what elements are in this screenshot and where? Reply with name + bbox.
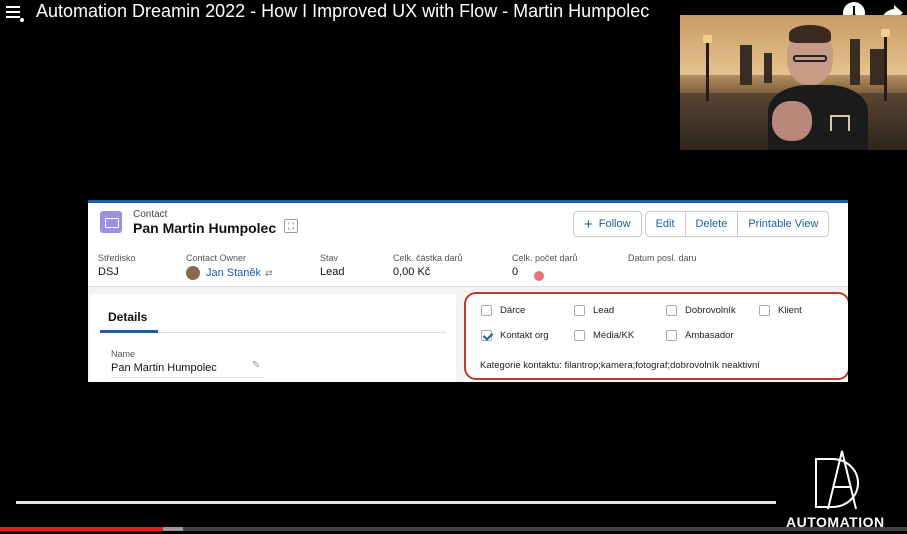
edit-button[interactable]: Edit [644, 211, 686, 237]
edit-pencil-icon[interactable]: ✎ [252, 360, 260, 371]
checkbox-box[interactable] [759, 305, 770, 316]
checkbox-darce[interactable]: Dárce [481, 305, 525, 316]
details-panel: Details Name Pan Martin Humpolec ✎ [90, 294, 456, 382]
mouse-cursor-icon [534, 271, 544, 281]
hierarchy-icon[interactable]: ⛶ [284, 219, 298, 233]
change-owner-icon[interactable]: ⇄ [265, 268, 273, 279]
checkbox-lead[interactable]: Lead [574, 305, 614, 316]
field-contact-owner: Contact Owner Jan Staněk ⇄ [186, 253, 273, 280]
name-value: Pan Martin Humpolec [111, 362, 217, 374]
checkbox-klient[interactable]: Klient [759, 305, 802, 316]
follow-button[interactable]: + Follow [573, 211, 642, 237]
playlist-icon[interactable] [6, 6, 24, 22]
highlights-panel: Středisko DSJ Contact Owner Jan Staněk ⇄… [88, 253, 848, 283]
checkbox-media-kk[interactable]: Média/KK [574, 330, 634, 341]
object-label: Contact [133, 209, 168, 220]
record-name: Pan Martin Humpolec [133, 220, 277, 236]
field-celk-castka: Celk. částka darů 0,00 Kč [393, 253, 463, 278]
avatar [186, 266, 200, 280]
plus-icon: + [584, 215, 593, 233]
category-panel: Dárce Lead Dobrovolník Klient Kontakt or… [464, 292, 848, 382]
name-label: Name [111, 349, 136, 359]
delete-button[interactable]: Delete [684, 211, 739, 237]
kategorie-kontaktu: Kategorie kontaktu: filantrop;kamera;fot… [480, 360, 760, 371]
checkbox-box[interactable] [666, 330, 677, 341]
salesforce-record-page: Contact Pan Martin Humpolec ⛶ + Follow E… [88, 200, 848, 382]
field-stav: Stav Lead [320, 253, 345, 278]
checkbox-box-checked[interactable] [481, 330, 492, 341]
checkbox-ambasador[interactable]: Ambasador [666, 330, 734, 341]
webcam-video [680, 15, 907, 150]
owner-link[interactable]: Jan Staněk [206, 267, 261, 279]
field-datum-posl-daru: Datum posl. daru [628, 253, 697, 263]
checkbox-box[interactable] [574, 305, 585, 316]
checkbox-dobrovolnik[interactable]: Dobrovolník [666, 305, 736, 316]
video-progress[interactable] [0, 527, 163, 531]
tab-details[interactable]: Details [108, 310, 147, 324]
checkbox-box[interactable] [574, 330, 585, 341]
printable-view-button[interactable]: Printable View [737, 211, 830, 237]
checkbox-box[interactable] [481, 305, 492, 316]
record-header: Contact Pan Martin Humpolec ⛶ + Follow E… [88, 203, 848, 287]
video-buffered [163, 527, 183, 531]
record-actions: + Follow Edit Delete Printable View [573, 211, 830, 237]
automation-dreamin-logo [815, 450, 860, 510]
field-celk-pocet: Celk. počet darů 0 [512, 253, 578, 278]
video-title[interactable]: Automation Dreamin 2022 - How I Improved… [36, 1, 649, 22]
checkbox-box[interactable] [666, 305, 677, 316]
contact-icon [100, 211, 122, 233]
slide-progress-line [16, 501, 776, 504]
checkbox-kontakt-org[interactable]: Kontakt org [481, 330, 549, 341]
field-stredisko: Středisko DSJ [98, 253, 136, 278]
